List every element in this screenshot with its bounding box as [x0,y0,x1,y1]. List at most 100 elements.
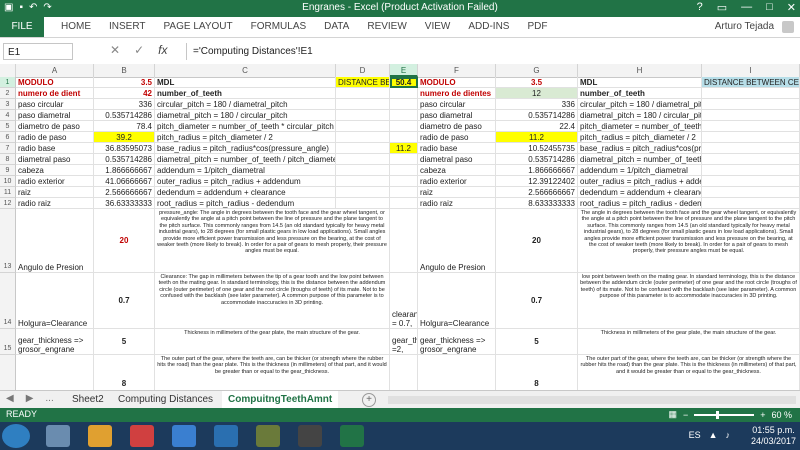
cell-i10[interactable] [702,176,800,187]
cell-g7[interactable]: 10.52455735 [496,143,578,154]
tab-insert[interactable]: INSERT [100,17,155,37]
cell-g6[interactable]: 11.2 [496,132,578,143]
cell-c8[interactable]: diametral_pitch = number_of_teeth / pitc… [155,154,336,165]
cell-i9[interactable] [702,165,800,176]
cell-i5[interactable] [702,121,800,132]
cell-i12[interactable] [702,198,800,209]
cell-a13[interactable]: Angulo de Presion [16,209,94,273]
ribbon-display-button[interactable]: ▭ [717,1,727,14]
cell-g8[interactable]: 0.535714286 [496,154,578,165]
cell-h11[interactable]: dedendum = addendum + clearance [578,187,702,198]
tab-data[interactable]: DATA [315,17,358,37]
cell-h12[interactable]: root_radius = pitch_radius - dedendum [578,198,702,209]
sheet-tab-computing-distances[interactable]: Computing Distances [112,391,219,408]
avatar[interactable] [782,21,794,33]
app3-icon[interactable] [298,425,322,447]
cell-b9[interactable]: 1.866666667 [94,165,155,176]
tab-home[interactable]: HOME [52,17,100,37]
cell-a7[interactable]: radio base [16,143,94,154]
cell-c12[interactable]: root_radius = pitch_radius - dedendum [155,198,336,209]
cell-f6[interactable]: radio de paso [418,132,496,143]
cell-h16[interactable]: The outer part of the gear, where the te… [578,355,800,390]
cell-f7[interactable]: radio base [418,143,496,154]
cell-f13[interactable]: Angulo de Presion [418,209,496,273]
sheet-tab-sheet2[interactable]: Sheet2 [66,391,110,408]
cell-b5[interactable]: 78.4 [94,121,155,132]
cell-e7[interactable]: 11.2 [390,143,418,154]
tab-pdf[interactable]: PDF [518,17,556,37]
help-button[interactable]: ? [697,1,703,14]
name-box[interactable]: E1 [3,43,73,60]
cell-h15[interactable]: Thickness in millimeters of the gear pla… [578,329,800,355]
row-header[interactable]: 11 [0,187,16,198]
cell-i7[interactable] [702,143,800,154]
tab-add-ins[interactable]: ADD-INS [459,17,518,37]
app2-icon[interactable] [256,425,280,447]
row-header[interactable]: 15 [0,329,16,355]
cell-f1[interactable]: MODULO [418,77,496,88]
excel-taskbar-icon[interactable] [340,425,364,447]
cell-f14[interactable]: Holgura=Clearance [418,273,496,329]
cell-g1[interactable]: 3.5 [496,77,578,88]
cell-e9[interactable] [390,165,418,176]
media-player-icon[interactable] [130,425,154,447]
cell-f4[interactable]: paso diametral [418,110,496,121]
cell-c16[interactable]: The outer part of the gear, where the te… [155,355,390,390]
view-normal-icon[interactable]: ▦ [668,409,677,420]
cell-a12[interactable]: radio raiz [16,198,94,209]
cell-d12[interactable] [336,198,390,209]
scroll-right-icon[interactable]: ▶ [26,393,34,404]
cell-e4[interactable] [390,110,418,121]
cell-c2[interactable]: number_of_teeth [155,88,336,99]
cell-c13[interactable]: pressure_angle: The angle in degrees bet… [155,209,390,273]
row-header[interactable]: 16 [0,355,16,390]
horizontal-scrollbar[interactable] [388,396,796,404]
language-indicator[interactable]: ES [689,430,701,440]
cell-f2[interactable]: numero de dientes [418,88,496,99]
cell-e3[interactable] [390,99,418,110]
column-header-b[interactable]: B [94,64,155,77]
row-header[interactable]: 3 [0,99,16,110]
cell-c5[interactable]: pitch_diameter = number_of_teeth * circu… [155,121,336,132]
cell-e13[interactable] [390,209,418,273]
cell-a6[interactable]: radio de paso [16,132,94,143]
cell-g3[interactable]: 336 [496,99,578,110]
cell-b4[interactable]: 0.535714286 [94,110,155,121]
row-header[interactable]: 1 [0,77,16,88]
cell-e2[interactable] [390,88,418,99]
cell-b13[interactable]: 20 [94,209,155,273]
row-header[interactable]: 7 [0,143,16,154]
cell-e16[interactable] [390,355,418,390]
cell-b12[interactable]: 36.63333333 [94,198,155,209]
cell-i2[interactable] [702,88,800,99]
cell-e14[interactable]: clearance = 0.7, [390,273,418,329]
cell-i3[interactable] [702,99,800,110]
cell-g10[interactable]: 12.39122402 [496,176,578,187]
system-clock[interactable]: 01:55 p.m. 24/03/2017 [751,425,796,447]
cell-e12[interactable] [390,198,418,209]
cell-f16[interactable]: rim_thickness => [418,355,496,390]
cell-a2[interactable]: numero de dient [16,88,94,99]
cell-e5[interactable] [390,121,418,132]
cell-h7[interactable]: base_radius = pitch_radius*cos(pressure_… [578,143,702,154]
cell-c15[interactable]: Thickness in millimeters of the gear pla… [155,329,390,355]
worksheet-grid[interactable]: ABCDEFGHI 1MODULO3.5MDLDISTANCE BETWEEN … [0,64,800,390]
select-all-corner[interactable] [0,64,16,77]
cell-b11[interactable]: 2.566666667 [94,187,155,198]
row-header[interactable]: 5 [0,121,16,132]
cell-d1[interactable]: DISTANCE BETWEEN CENTE [336,77,390,88]
more-sheets-icon[interactable]: ... [45,393,53,404]
cell-a10[interactable]: radio exterior [16,176,94,187]
column-header-c[interactable]: C [155,64,336,77]
volume-icon[interactable]: ♪ [726,430,731,440]
row-header[interactable]: 12 [0,198,16,209]
cell-b15[interactable]: 5 [94,329,155,355]
cell-d7[interactable] [336,143,390,154]
cell-a5[interactable]: diametro de paso [16,121,94,132]
column-header-i[interactable]: I [702,64,800,77]
cell-i8[interactable] [702,154,800,165]
cell-h9[interactable]: addendum = 1/pitch_diametral [578,165,702,176]
cell-d10[interactable] [336,176,390,187]
cell-h3[interactable]: circular_pitch = 180 / diametral_pitch [578,99,702,110]
cell-b2[interactable]: 42 [94,88,155,99]
